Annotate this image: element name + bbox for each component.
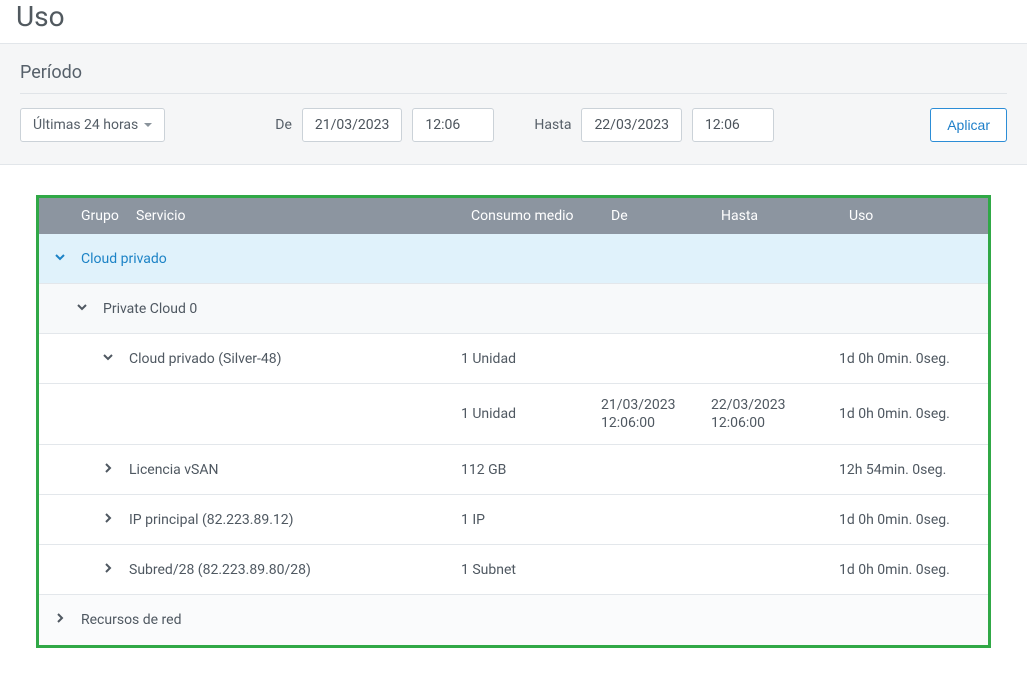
- cell-consumo: 1 Unidad: [461, 406, 601, 422]
- table-row[interactable]: Recursos de red: [39, 595, 988, 645]
- chevron-right-icon: [102, 462, 114, 478]
- expand-toggle[interactable]: [61, 301, 103, 317]
- expand-toggle[interactable]: [87, 562, 129, 578]
- th-uso: Uso: [849, 208, 988, 224]
- expand-toggle[interactable]: [87, 462, 129, 478]
- service-label: Cloud privado (Silver-48): [129, 351, 461, 367]
- service-label: Subred/28 (82.223.89.80/28): [129, 562, 461, 578]
- cell-consumo: 1 Subnet: [461, 562, 601, 578]
- period-title: Período: [20, 62, 1007, 94]
- period-range-dropdown[interactable]: Últimas 24 horas: [20, 108, 165, 142]
- th-grupo: Grupo: [81, 208, 136, 224]
- group-label: Cloud privado: [81, 251, 461, 267]
- apply-button[interactable]: Aplicar: [930, 108, 1007, 142]
- table-row[interactable]: Licencia vSAN 112 GB 12h 54min. 0seg.: [39, 445, 988, 495]
- table-row[interactable]: IP principal (82.223.89.12) 1 IP 1d 0h 0…: [39, 495, 988, 545]
- to-label: Hasta: [534, 117, 571, 133]
- table-row: 1 Unidad 21/03/2023 12:06:00 22/03/2023 …: [39, 384, 988, 445]
- cell-consumo: 1 Unidad: [461, 351, 601, 367]
- th-hasta: Hasta: [721, 208, 849, 224]
- page-title: Uso: [0, 0, 1027, 43]
- group-label: Recursos de red: [81, 612, 461, 628]
- chevron-down-icon: [54, 251, 66, 267]
- to-date-input[interactable]: 22/03/2023: [581, 108, 682, 142]
- th-consumo: Consumo medio: [471, 208, 611, 224]
- chevron-right-icon: [102, 562, 114, 578]
- chevron-down-icon: [102, 351, 114, 367]
- cell-uso: 1d 0h 0min. 0seg.: [839, 351, 988, 367]
- cell-de: 21/03/2023 12:06:00: [601, 396, 711, 432]
- period-range-label: Últimas 24 horas: [33, 117, 138, 133]
- table-row[interactable]: Subred/28 (82.223.89.80/28) 1 Subnet 1d …: [39, 545, 988, 595]
- expand-toggle[interactable]: [39, 251, 81, 267]
- cell-uso: 1d 0h 0min. 0seg.: [839, 562, 988, 578]
- to-time-input[interactable]: 12:06: [692, 108, 774, 142]
- caret-down-icon: [144, 123, 152, 127]
- chevron-right-icon: [54, 612, 66, 628]
- service-label: IP principal (82.223.89.12): [129, 512, 461, 528]
- cell-uso: 12h 54min. 0seg.: [839, 462, 988, 478]
- expand-toggle[interactable]: [87, 512, 129, 528]
- cell-consumo: 112 GB: [461, 462, 601, 478]
- table-row[interactable]: Private Cloud 0: [39, 284, 988, 334]
- service-label: Licencia vSAN: [129, 462, 461, 478]
- table-row[interactable]: Cloud privado (Silver-48) 1 Unidad 1d 0h…: [39, 334, 988, 384]
- expand-toggle[interactable]: [87, 351, 129, 367]
- cell-consumo: 1 IP: [461, 512, 601, 528]
- usage-table: Grupo Servicio Consumo medio De Hasta Us…: [36, 195, 991, 648]
- chevron-right-icon: [102, 512, 114, 528]
- expand-toggle[interactable]: [39, 612, 81, 628]
- table-header-row: Grupo Servicio Consumo medio De Hasta Us…: [39, 198, 988, 234]
- table-row[interactable]: Cloud privado: [39, 234, 988, 284]
- chevron-down-icon: [76, 301, 88, 317]
- th-servicio: Servicio: [136, 208, 471, 224]
- from-time-input[interactable]: 12:06: [412, 108, 494, 142]
- from-date-input[interactable]: 21/03/2023: [302, 108, 403, 142]
- period-panel: Período Últimas 24 horas De 21/03/2023 1…: [0, 43, 1027, 165]
- cell-uso: 1d 0h 0min. 0seg.: [839, 406, 988, 422]
- from-label: De: [275, 117, 292, 133]
- service-label: Private Cloud 0: [103, 301, 461, 317]
- period-controls: Últimas 24 horas De 21/03/2023 12:06 Has…: [20, 108, 1007, 142]
- cell-hasta: 22/03/2023 12:06:00: [711, 396, 839, 432]
- th-de: De: [611, 208, 721, 224]
- cell-uso: 1d 0h 0min. 0seg.: [839, 512, 988, 528]
